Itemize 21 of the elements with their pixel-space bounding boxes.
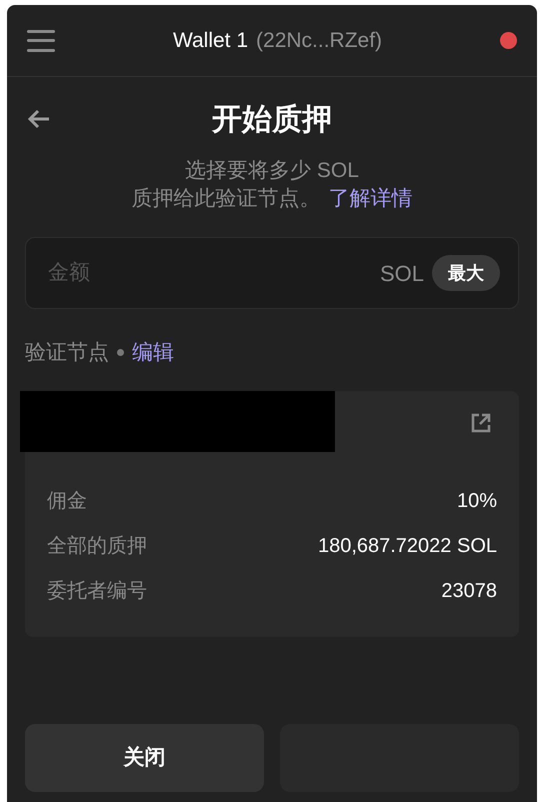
description-text: 质押给此验证节点。	[132, 186, 320, 212]
detail-value: 23078	[441, 578, 497, 604]
close-button[interactable]: 关闭	[25, 724, 264, 792]
learn-more-link[interactable]: 了解详情	[328, 185, 412, 213]
wallet-address: (22Nc...RZef)	[256, 28, 382, 54]
back-arrow-icon[interactable]	[27, 108, 51, 130]
amount-field[interactable]: 金额 SOL 最大	[25, 237, 519, 309]
page-title: 开始质押	[212, 102, 332, 138]
detail-label: 委托者编号	[47, 578, 147, 604]
description-text: 选择要将多少 SOL	[185, 158, 359, 184]
wallet-name[interactable]: Wallet 1	[172, 24, 248, 56]
detail-value: 10%	[456, 488, 497, 514]
detail-label: 佣金	[47, 488, 87, 514]
menu-icon[interactable]	[27, 30, 55, 52]
section-label: 验证节点	[25, 340, 109, 366]
detail-value: 180,687.72022 SOL	[318, 534, 497, 558]
currency-unit: SOL	[380, 260, 424, 288]
edit-link[interactable]: 编辑	[132, 337, 174, 368]
external-link-icon[interactable]	[471, 412, 491, 432]
max-button[interactable]: 最大	[432, 255, 500, 291]
detail-label: 全部的质押	[47, 534, 147, 558]
